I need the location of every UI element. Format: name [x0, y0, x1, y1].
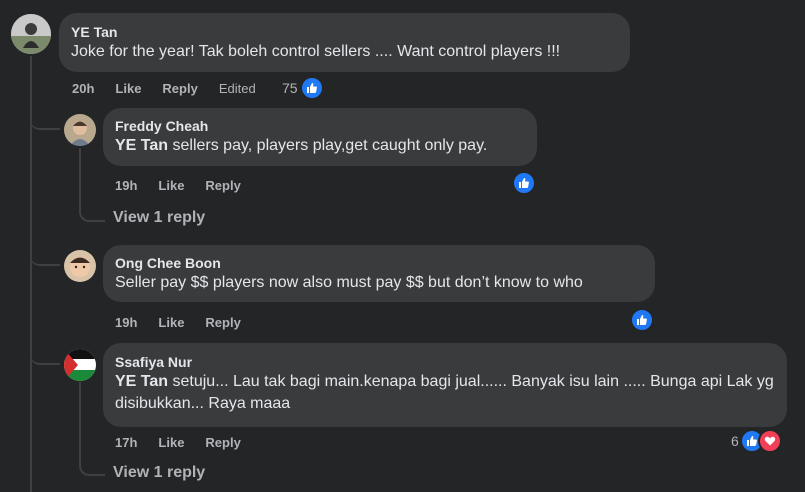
like-button[interactable]: Like: [158, 315, 184, 330]
comment-bubble: YE Tan Joke for the year! Tak boleh cont…: [59, 13, 630, 72]
reply-button[interactable]: Reply: [205, 315, 240, 330]
comment-text: YE Tan setuju... Lau tak bagi main.kenap…: [115, 371, 775, 415]
reply-connector: [79, 452, 105, 476]
comment-text: Seller pay $$ players now also must pay …: [115, 274, 583, 291]
thread-connector: [30, 110, 60, 130]
like-button[interactable]: Like: [115, 81, 141, 96]
avatar[interactable]: [64, 349, 96, 381]
comment-actions: 19h Like Reply: [115, 315, 262, 330]
avatar[interactable]: [64, 114, 96, 146]
comment-bubble: Ssafiya Nur YE Tan setuju... Lau tak bag…: [103, 343, 787, 427]
thread-connector: [30, 345, 60, 365]
comment-author[interactable]: Ong Chee Boon: [115, 254, 643, 272]
like-button[interactable]: Like: [158, 178, 184, 193]
like-button[interactable]: Like: [158, 435, 184, 450]
comment-author[interactable]: Ssafiya Nur: [115, 353, 775, 371]
avatar[interactable]: [11, 14, 51, 54]
comment-bubble: Freddy Cheah YE Tan sellers pay, players…: [103, 108, 537, 166]
timestamp[interactable]: 19h: [115, 315, 137, 330]
comment-actions: 17h Like Reply: [115, 435, 262, 450]
comment-body: setuju... Lau tak bagi main.kenapa bagi …: [115, 373, 774, 412]
like-icon: [512, 171, 536, 195]
comment-body: sellers pay, players play,get caught onl…: [168, 137, 488, 154]
comment-bubble: Ong Chee Boon Seller pay $$ players now …: [103, 245, 655, 302]
edited-label: Edited: [218, 81, 256, 96]
comment-author[interactable]: Freddy Cheah: [115, 117, 525, 135]
reaction-summary[interactable]: [630, 308, 654, 332]
heart-icon: [757, 429, 782, 453]
reaction-count: 75: [282, 80, 298, 96]
reaction-summary[interactable]: 6: [731, 429, 782, 453]
mention-link[interactable]: YE Tan: [115, 137, 168, 154]
person-avatar-icon: [11, 14, 51, 54]
person-avatar-icon: [64, 250, 96, 282]
reaction-summary[interactable]: 75: [282, 76, 324, 100]
flag-avatar-icon: [64, 349, 96, 381]
timestamp[interactable]: 19h: [115, 178, 137, 193]
comment-actions: 20h Like Reply Edited: [72, 81, 277, 96]
avatar[interactable]: [64, 250, 96, 282]
person-avatar-icon: [64, 114, 96, 146]
comment-text: YE Tan sellers pay, players play,get cau…: [115, 135, 525, 157]
view-replies-link[interactable]: View 1 reply: [113, 209, 205, 227]
thread-connector: [30, 246, 60, 266]
comment-author[interactable]: YE Tan: [71, 23, 618, 41]
like-icon: [630, 308, 654, 332]
reply-connector: [79, 198, 105, 222]
timestamp[interactable]: 17h: [115, 435, 137, 450]
reaction-summary[interactable]: [512, 171, 536, 195]
reaction-count: 6: [731, 433, 739, 449]
mention-link[interactable]: YE Tan: [115, 373, 168, 390]
reply-thread-line: [79, 148, 81, 203]
view-replies-link[interactable]: View 1 reply: [113, 464, 205, 482]
timestamp[interactable]: 20h: [72, 81, 94, 96]
like-icon: [299, 76, 324, 100]
reply-thread-line: [79, 382, 81, 457]
reply-button[interactable]: Reply: [205, 435, 240, 450]
comment-text: Joke for the year! Tak boleh control sel…: [71, 43, 561, 60]
comment-actions: 19h Like Reply: [115, 178, 262, 193]
reply-button[interactable]: Reply: [162, 81, 197, 96]
reply-button[interactable]: Reply: [205, 178, 240, 193]
